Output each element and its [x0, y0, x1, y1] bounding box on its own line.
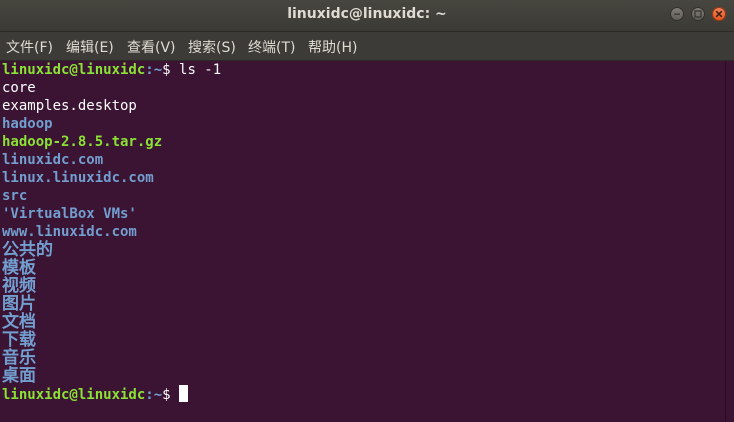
list-item: 文档 — [2, 312, 36, 332]
list-item: 音乐 — [2, 348, 36, 368]
list-item: 视频 — [2, 276, 36, 296]
command-text: ls -1 — [179, 62, 222, 78]
list-item: 模板 — [2, 258, 36, 278]
menu-terminal[interactable]: 终端(T) — [248, 37, 295, 57]
terminal-window: linuxidc@linuxidc: ~ 文件(F) 编辑(E) 查看(V) 搜… — [0, 0, 734, 422]
list-item: linuxidc.com — [2, 152, 104, 168]
list-item: 'VirtualBox VMs' — [2, 206, 137, 222]
menu-search[interactable]: 搜索(S) — [188, 37, 236, 57]
menu-view[interactable]: 查看(V) — [127, 37, 176, 57]
terminal-output[interactable]: linuxidc@linuxidc:~$ ls -1 core examples… — [0, 61, 727, 422]
close-button[interactable] — [712, 7, 726, 21]
window-title: linuxidc@linuxidc: ~ — [287, 6, 447, 22]
list-item: examples.desktop — [2, 98, 137, 114]
list-item: 下载 — [2, 330, 36, 350]
list-item: core — [2, 80, 36, 96]
minimize-button[interactable] — [670, 7, 684, 21]
menu-help[interactable]: 帮助(H) — [308, 37, 357, 57]
list-item: www.linuxidc.com — [2, 224, 137, 240]
title-bar[interactable]: linuxidc@linuxidc: ~ — [0, 0, 734, 32]
close-icon — [715, 10, 723, 18]
minimize-icon — [674, 13, 680, 15]
list-item: hadoop-2.8.5.tar.gz — [2, 134, 163, 150]
list-item: hadoop — [2, 116, 53, 132]
list-item: 公共的 — [2, 240, 53, 260]
prompt-symbol: $ — [162, 62, 180, 78]
maximize-button[interactable] — [691, 7, 705, 21]
menu-bar: 文件(F) 编辑(E) 查看(V) 搜索(S) 终端(T) 帮助(H) — [0, 32, 734, 61]
prompt-path: :~ — [145, 62, 163, 78]
list-item: src — [2, 188, 28, 204]
prompt-path: :~ — [145, 387, 163, 403]
menu-file[interactable]: 文件(F) — [6, 37, 53, 57]
prompt-user: linuxidc@linuxidc — [2, 62, 146, 78]
list-item: linux.linuxidc.com — [2, 170, 154, 186]
scrollbar[interactable] — [725, 61, 734, 422]
command-line: linuxidc@linuxidc:~$ ls -1 — [2, 61, 727, 79]
maximize-icon — [694, 10, 702, 18]
list-item: 图片 — [2, 294, 36, 314]
prompt-line[interactable]: linuxidc@linuxidc:~$ — [2, 385, 727, 403]
prompt-user: linuxidc@linuxidc — [2, 387, 146, 403]
prompt-symbol: $ — [162, 387, 180, 403]
list-item: 桌面 — [2, 366, 36, 386]
menu-edit[interactable]: 编辑(E) — [66, 37, 114, 57]
text-cursor — [179, 385, 189, 402]
